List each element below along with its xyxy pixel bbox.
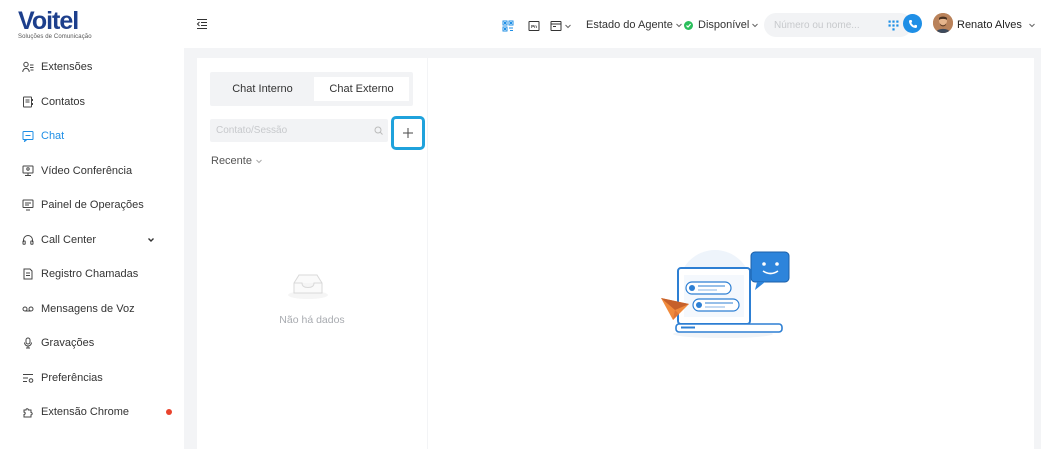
call-button[interactable] xyxy=(903,14,922,33)
recent-filter-dropdown[interactable]: Recente xyxy=(211,155,263,167)
user-menu[interactable]: Renato Alves xyxy=(957,19,1036,31)
layout-button[interactable] xyxy=(550,20,572,32)
tab-chat-externo[interactable]: Chat Externo xyxy=(314,77,409,101)
brand-logo: Voitel Soluções de Comunicação xyxy=(18,8,118,44)
sidebar-item-extensao-chrome[interactable]: Extensão Chrome xyxy=(0,395,184,430)
sidebar-item-label: Registro Chamadas xyxy=(41,268,139,281)
sidebar-item-label: Extensão Chrome xyxy=(41,406,130,419)
sidebar-item-painel-operacoes[interactable]: Painel de Operações xyxy=(0,188,184,223)
call-log-icon xyxy=(22,268,34,280)
plus-icon xyxy=(403,128,413,138)
chat-conversation-panel xyxy=(428,58,1034,449)
presence-icon: Pn xyxy=(528,21,540,31)
search-icon[interactable] xyxy=(374,126,383,135)
sidebar-item-label: Extensões xyxy=(41,61,93,74)
agent-state-label: Estado do Agente xyxy=(586,19,673,31)
top-header: Pn Estado do Agente Disponível Renato Al… xyxy=(184,0,1041,48)
video-conference-icon xyxy=(22,165,34,177)
user-name: Renato Alves xyxy=(957,19,1022,31)
qr-code-icon xyxy=(502,20,514,32)
phone-icon xyxy=(908,19,917,28)
sidebar-nav: Extensões Contatos Chat Vídeo Conferênci… xyxy=(0,50,184,430)
session-search xyxy=(210,119,388,142)
svg-text:Pn: Pn xyxy=(531,24,537,29)
brand-tagline: Soluções de Comunicação xyxy=(18,34,92,40)
tab-chat-interno[interactable]: Chat Interno xyxy=(215,77,310,101)
empty-state-text: Não há dados xyxy=(279,314,345,326)
empty-inbox-icon xyxy=(288,274,328,299)
users-icon xyxy=(22,61,34,73)
sidebar-item-label: Call Center xyxy=(41,233,97,246)
chrome-extension-icon xyxy=(22,406,34,418)
availability-dropdown[interactable]: Disponível xyxy=(684,19,759,31)
voicemail-icon xyxy=(22,303,34,315)
brand-name: Voitel xyxy=(18,7,79,35)
microphone-icon xyxy=(22,337,34,349)
sidebar-item-mensagens-voz[interactable]: Mensagens de Voz xyxy=(0,292,184,327)
chat-icon xyxy=(22,130,34,143)
recent-filter-label: Recente xyxy=(211,155,252,167)
sidebar-item-label: Mensagens de Voz xyxy=(41,302,135,315)
sidebar-item-registro-chamadas[interactable]: Registro Chamadas xyxy=(0,257,184,292)
sidebar-item-chat[interactable]: Chat xyxy=(0,119,184,154)
chevron-down-icon xyxy=(676,23,682,28)
sidebar-item-gravacoes[interactable]: Gravações xyxy=(0,326,184,361)
chevron-down-icon[interactable] xyxy=(146,235,156,245)
contacts-icon xyxy=(22,96,34,108)
sidebar-item-label: Contatos xyxy=(41,95,86,108)
keypad-icon[interactable] xyxy=(888,20,899,31)
notification-dot xyxy=(166,409,172,415)
menu-collapse-icon[interactable] xyxy=(196,18,208,30)
sidebar-item-extensoes[interactable]: Extensões xyxy=(0,50,184,85)
search-input[interactable] xyxy=(210,119,370,142)
avatar[interactable] xyxy=(933,13,953,33)
chat-illustration xyxy=(661,250,790,338)
qr-code-button[interactable] xyxy=(502,20,514,32)
preferences-icon xyxy=(22,372,34,384)
chat-list-panel: Chat Interno Chat Externo Recente Não há… xyxy=(197,58,427,449)
sidebar-item-label: Chat xyxy=(41,130,65,143)
sidebar-item-video-conferencia[interactable]: Vídeo Conferência xyxy=(0,154,184,189)
sidebar-item-label: Gravações xyxy=(41,337,95,350)
status-check-icon xyxy=(684,20,693,30)
chevron-down-icon xyxy=(752,23,759,28)
sidebar-item-label: Preferências xyxy=(41,371,103,384)
sidebar-item-label: Vídeo Conferência xyxy=(41,164,133,177)
agent-state-dropdown[interactable]: Estado do Agente xyxy=(586,19,683,31)
sidebar-item-call-center[interactable]: Call Center xyxy=(0,223,184,258)
status-label: Disponível xyxy=(698,19,750,31)
chat-tabs: Chat Interno Chat Externo xyxy=(210,72,413,106)
sidebar-item-contatos[interactable]: Contatos xyxy=(0,85,184,120)
headset-icon xyxy=(22,234,34,246)
operations-panel-icon xyxy=(22,199,34,211)
sidebar: Voitel Soluções de Comunicação Extensões… xyxy=(0,0,184,449)
dnd-button[interactable]: Pn xyxy=(528,20,540,32)
window-layout-icon xyxy=(550,21,562,31)
chevron-down-icon xyxy=(565,24,571,29)
chevron-down-icon xyxy=(1028,23,1035,28)
new-chat-button[interactable] xyxy=(391,116,425,150)
sidebar-item-preferencias[interactable]: Preferências xyxy=(0,361,184,396)
sidebar-item-label: Painel de Operações xyxy=(41,199,144,212)
chevron-down-icon xyxy=(256,159,262,164)
